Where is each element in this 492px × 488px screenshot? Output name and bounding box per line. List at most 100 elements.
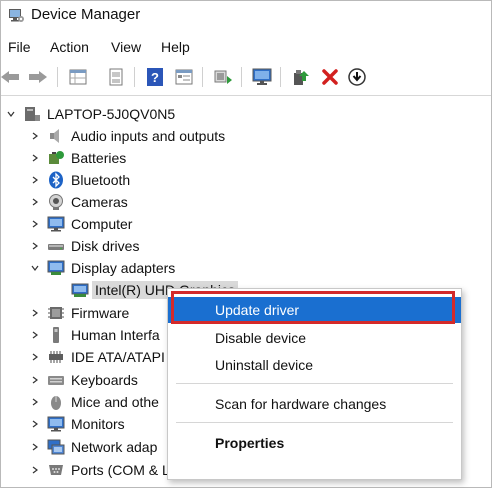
chevron-right-icon[interactable] (29, 130, 41, 142)
tree-item-label: Bluetooth (71, 172, 131, 188)
device-manager-icon (8, 7, 24, 23)
chevron-right-icon[interactable] (29, 441, 41, 453)
disk-drive-icon (47, 237, 65, 255)
computer-icon (47, 215, 65, 233)
tree-item-disk-drives[interactable]: Disk drives (29, 235, 139, 257)
ide-controller-icon (47, 348, 65, 366)
chevron-right-icon[interactable] (29, 329, 41, 341)
toolbar: ? (1, 63, 491, 93)
download-circle-icon[interactable] (346, 65, 368, 89)
chevron-right-icon[interactable] (29, 196, 41, 208)
details-icon[interactable] (173, 65, 195, 89)
annotation-highlight-box (171, 291, 455, 324)
tree-item-human-interface[interactable]: Human Interfa (29, 324, 160, 346)
tree-item-label: Network adap (71, 439, 158, 455)
tree-item-label: Disk drives (71, 238, 140, 254)
title-bar: Device Manager (1, 1, 491, 31)
menu-view[interactable]: View (111, 37, 141, 57)
computer-icon (23, 105, 41, 123)
tree-item-display-adapters[interactable]: Display adapters (29, 257, 175, 279)
document-icon[interactable] (105, 65, 127, 89)
network-icon (47, 438, 65, 456)
toolbar-separator (57, 67, 58, 87)
menu-item-label: Disable device (215, 330, 307, 346)
tree-item-audio[interactable]: Audio inputs and outputs (29, 125, 225, 147)
chevron-right-icon[interactable] (29, 418, 41, 430)
tree-item-label: Display adapters (71, 260, 176, 276)
speaker-icon (47, 127, 65, 145)
help-icon[interactable]: ? (144, 65, 166, 89)
device-manager-window: Device Manager File Action View Help ? L… (0, 0, 492, 488)
tree-item-label: IDE ATA/ATAPI c (71, 349, 176, 365)
tree-item-computer[interactable]: Computer (29, 213, 132, 235)
forward-icon[interactable] (27, 65, 49, 89)
menu-file[interactable]: File (8, 37, 31, 57)
chevron-right-icon[interactable] (29, 374, 41, 386)
tree-item-label: Human Interfa (71, 327, 160, 343)
tree-item-label: Monitors (71, 416, 125, 432)
menu-item-label: Properties (215, 435, 285, 451)
monitor-icon (47, 415, 65, 433)
menu-item-label: Scan for hardware changes (215, 396, 387, 412)
display-adapter-icon (71, 281, 89, 299)
firmware-icon (47, 304, 65, 322)
chevron-right-icon[interactable] (29, 396, 41, 408)
tree-item-label: Computer (71, 216, 133, 232)
tree-item-keyboards[interactable]: Keyboards (29, 369, 138, 391)
toolbar-divider (1, 95, 491, 96)
add-driver-icon[interactable] (290, 65, 312, 89)
tree-item-label: Keyboards (71, 372, 138, 388)
tree-root-label: LAPTOP-5J0QV0N5 (47, 106, 176, 122)
remove-x-icon[interactable] (319, 65, 341, 89)
bluetooth-icon (47, 171, 65, 189)
chevron-right-icon[interactable] (29, 240, 41, 252)
tree-item-label: Cameras (71, 194, 128, 210)
chevron-right-icon[interactable] (29, 152, 41, 164)
menu-item-label: Uninstall device (215, 357, 314, 373)
menu-item-properties[interactable]: Properties (168, 430, 461, 456)
chevron-right-icon[interactable] (29, 464, 41, 476)
tree-item-monitors[interactable]: Monitors (29, 413, 125, 435)
chevron-right-icon[interactable] (29, 218, 41, 230)
toolbar-separator (280, 67, 281, 87)
tree-item-label: Mice and othe (71, 394, 159, 410)
chevron-right-icon[interactable] (29, 307, 41, 319)
properties-grid-icon[interactable] (67, 65, 89, 89)
menu-item-disable-device[interactable]: Disable device (168, 325, 461, 351)
tree-item-label: Audio inputs and outputs (71, 128, 226, 144)
tree-root[interactable]: LAPTOP-5J0QV0N5 (5, 103, 175, 125)
scan-hardware-icon[interactable] (212, 65, 234, 89)
tree-item-firmware[interactable]: Firmware (29, 302, 129, 324)
toolbar-separator (241, 67, 242, 87)
menu-item-uninstall-device[interactable]: Uninstall device (168, 352, 461, 378)
menu-separator (176, 422, 453, 423)
port-icon (47, 461, 65, 479)
menu-action[interactable]: Action (50, 37, 89, 57)
toolbar-separator (202, 67, 203, 87)
chevron-right-icon[interactable] (29, 174, 41, 186)
battery-icon (47, 149, 65, 167)
tree-item-cameras[interactable]: Cameras (29, 191, 128, 213)
svg-text:?: ? (151, 70, 159, 85)
hid-icon (47, 326, 65, 344)
tree-item-ide-ata[interactable]: IDE ATA/ATAPI c (29, 346, 176, 368)
tree-item-batteries[interactable]: Batteries (29, 147, 126, 169)
monitor-icon[interactable] (251, 65, 273, 89)
chevron-down-icon[interactable] (5, 108, 17, 120)
tree-item-mice[interactable]: Mice and othe (29, 391, 159, 413)
toolbar-separator (134, 67, 135, 87)
tree-item-bluetooth[interactable]: Bluetooth (29, 169, 130, 191)
tree-item-network[interactable]: Network adap (29, 436, 157, 458)
chevron-down-icon[interactable] (29, 262, 41, 274)
menu-separator (176, 383, 453, 384)
tree-item-label: Batteries (71, 150, 127, 166)
back-icon[interactable] (0, 65, 21, 89)
keyboard-icon (47, 371, 65, 389)
window-title: Device Manager (31, 6, 141, 23)
camera-icon (47, 193, 65, 211)
menu-item-scan-hardware[interactable]: Scan for hardware changes (168, 391, 461, 417)
display-adapter-icon (47, 259, 65, 277)
chevron-right-icon[interactable] (29, 351, 41, 363)
menu-help[interactable]: Help (161, 37, 190, 57)
